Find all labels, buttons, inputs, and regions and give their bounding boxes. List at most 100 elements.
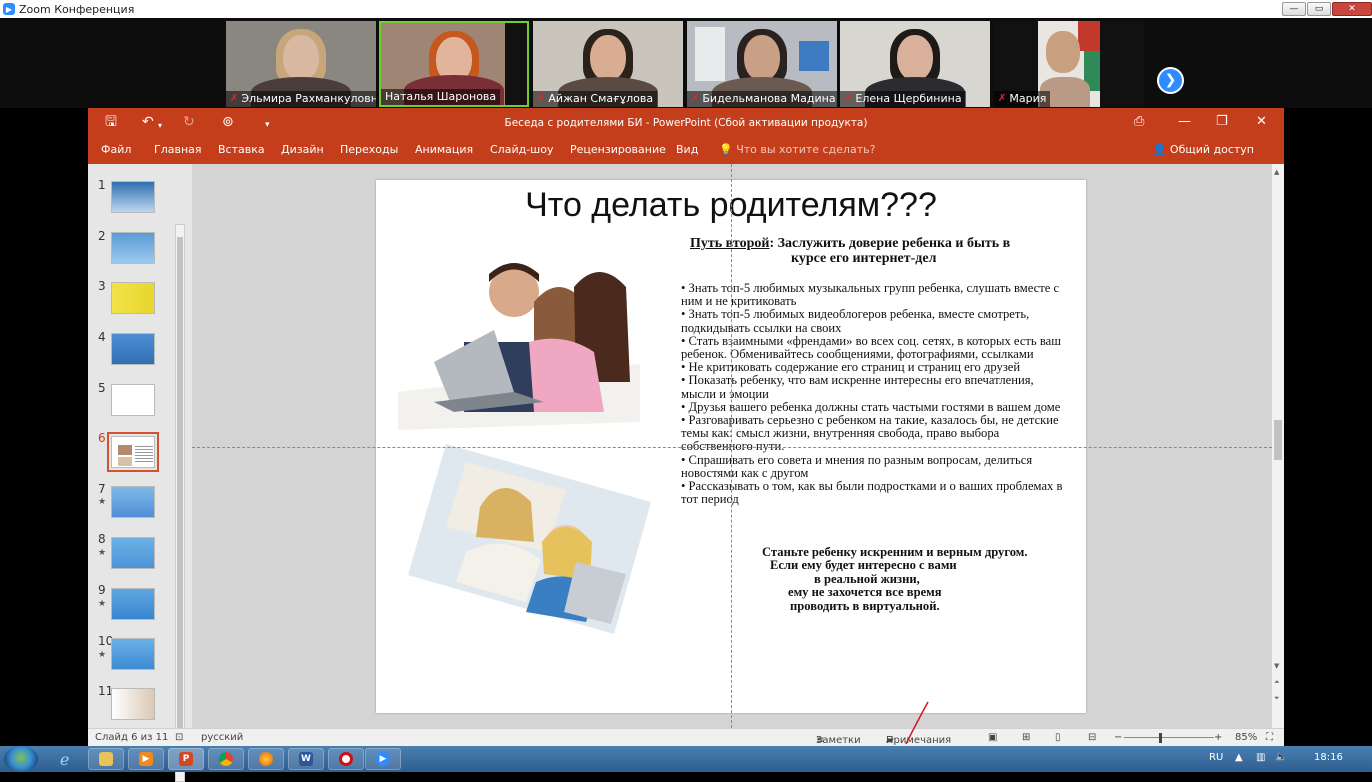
zoom-level[interactable]: 85%: [1235, 732, 1257, 743]
tab-slideshow[interactable]: Слайд-шоу: [490, 143, 553, 156]
tab-design[interactable]: Дизайн: [281, 143, 324, 156]
participant-name: Наталья Шаронова: [385, 90, 497, 103]
thumbnail-scrollbar[interactable]: [175, 224, 185, 782]
scroll-up-icon[interactable]: ▲: [1274, 168, 1279, 176]
clock[interactable]: 18:16: [1314, 752, 1343, 763]
slide-thumbnail[interactable]: [111, 688, 155, 720]
spellcheck-icon[interactable]: ⊡: [175, 732, 183, 743]
reading-view-icon[interactable]: ▯: [1055, 732, 1061, 743]
next-slide-icon[interactable]: ⏷: [1274, 694, 1280, 703]
zoom-slider-thumb[interactable]: [1159, 733, 1162, 743]
ppt-close-button[interactable]: ✕: [1256, 114, 1267, 129]
tab-animations[interactable]: Анимация: [415, 143, 473, 156]
muted-mic-icon: ✗: [691, 93, 700, 104]
slide-sorter-icon[interactable]: ⊞: [1022, 732, 1030, 743]
tab-transitions[interactable]: Переходы: [340, 143, 398, 156]
minimize-button[interactable]: —: [1282, 2, 1306, 16]
slide-scrollbar[interactable]: ▲ ▼ ⏶ ⏷: [1272, 164, 1284, 728]
slide-number: 7: [98, 482, 106, 496]
media-player-taskbar-button[interactable]: ▶: [128, 748, 164, 770]
fit-slide-icon[interactable]: ⛶: [1266, 732, 1273, 743]
participant-name: Бидельманова Мадина: [702, 92, 836, 105]
muted-mic-icon: ✗: [844, 93, 853, 104]
word-taskbar-button[interactable]: W: [288, 748, 324, 770]
powerpoint-window: 🖫 ↶ ▾ ↻ ⊚ ▾ Беседа с родителями БИ - Pow…: [88, 108, 1284, 782]
slide-thumbnail[interactable]: [111, 333, 155, 365]
tab-view[interactable]: Вид: [676, 143, 698, 156]
tab-file[interactable]: Файл: [101, 143, 131, 156]
person-icon: 👤: [1152, 143, 1167, 156]
participant-tile[interactable]: ✗ Эльмира Рахманкуловн...: [226, 21, 376, 107]
chrome-icon: [219, 752, 233, 766]
slide-thumbnail[interactable]: [111, 537, 155, 569]
opera-taskbar-button[interactable]: [328, 748, 364, 770]
previous-slide-icon[interactable]: ⏶: [1274, 678, 1280, 687]
participant-tile[interactable]: ✗ Мария: [994, 21, 1144, 107]
slide-number: 3: [98, 279, 106, 293]
maximize-button[interactable]: ▭: [1307, 2, 1331, 16]
slide-thumbnail[interactable]: [111, 486, 155, 518]
zoom-taskbar-button[interactable]: ▶: [365, 748, 401, 770]
normal-view-icon[interactable]: ▣: [988, 732, 997, 743]
firefox-taskbar-button[interactable]: [248, 748, 284, 770]
ppt-title-bar: 🖫 ↶ ▾ ↻ ⊚ ▾ Беседа с родителями БИ - Pow…: [88, 108, 1284, 137]
zoom-in-button[interactable]: +: [1214, 732, 1222, 743]
participant-tile[interactable]: ✗ Бидельманова Мадина: [687, 21, 837, 107]
start-button[interactable]: [4, 746, 38, 772]
muted-mic-icon: ✗: [230, 93, 239, 104]
slide-subheading[interactable]: Путь второй: Заслужить доверие ребенка и…: [690, 236, 1070, 266]
slide-thumbnail-selected[interactable]: [107, 432, 159, 472]
slide-thumbnail[interactable]: [111, 638, 155, 670]
conclusion-line: Если ему будет интересно с вами: [770, 558, 957, 573]
tell-me-box[interactable]: 💡 Что вы хотите сделать?: [719, 143, 875, 156]
slide-thumbnail[interactable]: [111, 181, 155, 213]
tab-home[interactable]: Главная: [154, 143, 202, 156]
chrome-taskbar-button[interactable]: [208, 748, 244, 770]
list-item: • Знать топ-5 любимых музыкальных групп …: [681, 281, 1060, 309]
mother-daughter-photo[interactable]: [406, 442, 651, 637]
explorer-icon: [99, 752, 113, 766]
close-button[interactable]: ✕: [1332, 2, 1372, 16]
slide-thumbnail[interactable]: [111, 588, 155, 620]
zoom-out-button[interactable]: −: [1114, 732, 1122, 743]
status-bar: Слайд 6 из 11 ⊡ русский ≡ Заметки ▰ Прим…: [88, 728, 1284, 746]
participant-tile[interactable]: ✗ Елена Щербинина: [840, 21, 990, 107]
slide-thumbnail[interactable]: [111, 384, 155, 416]
firefox-icon: [259, 752, 273, 766]
ppt-minimize-button[interactable]: —: [1178, 114, 1191, 129]
participant-tile[interactable]: ✗ Айжан Смағұлова: [533, 21, 683, 107]
scroll-down-icon[interactable]: ▼: [1274, 662, 1279, 670]
family-laptop-photo[interactable]: [394, 252, 644, 432]
slide-thumbnail[interactable]: [111, 282, 155, 314]
powerpoint-taskbar-button[interactable]: P: [168, 748, 204, 770]
zoom-slider[interactable]: [1124, 737, 1214, 738]
zoom-title-bar: ▶ Zoom Конференция — ▭ ✕: [0, 0, 1372, 18]
tray-arrow-icon[interactable]: ▲: [1235, 752, 1243, 763]
network-icon[interactable]: ▥: [1256, 752, 1265, 763]
slide-counter: Слайд 6 из 11: [95, 732, 169, 743]
ppt-restore-button[interactable]: ❐: [1216, 114, 1228, 129]
chevron-right-icon: ❯: [1164, 72, 1177, 88]
ie-icon[interactable]: ℯ: [60, 750, 69, 769]
tab-insert[interactable]: Вставка: [218, 143, 265, 156]
media-player-icon: ▶: [139, 752, 153, 766]
ribbon-tabs: Файл Главная Вставка Дизайн Переходы Ани…: [88, 137, 1284, 164]
bullet-list[interactable]: • Знать топ-5 любимых музыкальных групп …: [681, 281, 1071, 506]
language-indicator[interactable]: русский: [201, 732, 243, 743]
animation-star-icon: ★: [98, 599, 107, 609]
tab-review[interactable]: Рецензирование: [570, 143, 666, 156]
participant-tile-active[interactable]: Наталья Шаронова: [379, 21, 529, 107]
keyboard-language[interactable]: RU: [1209, 752, 1223, 763]
list-item: • Знать топ-5 любимых видеоблогеров ребе…: [681, 307, 1030, 335]
slide-thumbnail[interactable]: [111, 232, 155, 264]
slide-conclusion[interactable]: Станьте ребенку искренним и верным друго…: [738, 545, 1078, 613]
share-button[interactable]: 👤 Общий доступ: [1153, 143, 1254, 156]
participant-name: Эльмира Рахманкуловн...: [241, 92, 376, 105]
notes-label: Заметки: [816, 735, 861, 746]
next-page-button[interactable]: ❯: [1157, 67, 1184, 94]
ribbon-display-icon[interactable]: ⎙: [1134, 114, 1144, 129]
animation-star-icon: ★: [98, 650, 107, 660]
volume-icon[interactable]: 🔈: [1275, 752, 1287, 763]
slideshow-view-icon[interactable]: ⊟: [1088, 732, 1096, 743]
explorer-taskbar-button[interactable]: [88, 748, 124, 770]
